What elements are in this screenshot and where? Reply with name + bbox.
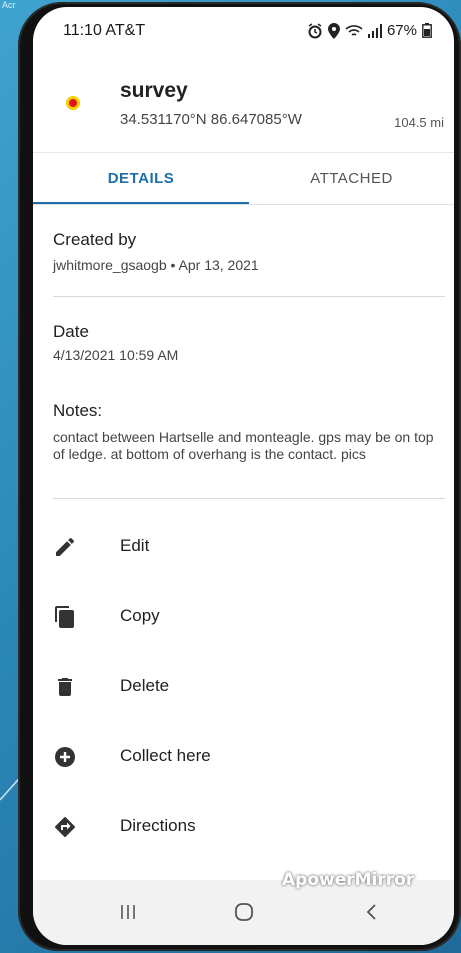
feature-distance: 104.5 mi xyxy=(394,115,444,130)
edit-action[interactable]: Edit xyxy=(33,517,454,577)
status-time: 11:10 AT&T xyxy=(63,22,146,39)
tab-attached[interactable]: ATTACHED xyxy=(249,153,454,205)
copy-icon xyxy=(53,605,77,629)
home-icon[interactable] xyxy=(224,892,264,932)
notes-label: Notes: xyxy=(53,401,103,420)
trash-icon xyxy=(53,675,77,699)
battery-icon xyxy=(422,23,432,38)
feature-title: survey xyxy=(120,79,188,102)
status-icons: 67% xyxy=(307,22,432,39)
back-icon[interactable] xyxy=(352,892,392,932)
copy-label: Copy xyxy=(120,606,160,625)
created-by-label: Created by xyxy=(53,230,137,249)
tab-bar: DETAILS ATTACHED xyxy=(33,152,454,205)
copy-action[interactable]: Copy xyxy=(33,587,454,647)
collect-here-label: Collect here xyxy=(120,746,211,765)
status-bar: 11:10 AT&T 67% xyxy=(33,7,454,57)
location-icon xyxy=(327,22,340,39)
date-label: Date xyxy=(53,322,89,341)
wifi-icon xyxy=(345,24,363,38)
edit-label: Edit xyxy=(120,536,150,555)
tab-details[interactable]: DETAILS xyxy=(33,153,249,205)
feature-coordinates: 34.531170°N 86.647085°W xyxy=(120,111,302,128)
pencil-icon xyxy=(53,535,77,559)
directions-label: Directions xyxy=(120,816,196,835)
divider xyxy=(53,296,445,297)
signal-icon xyxy=(367,23,382,38)
recent-apps-icon[interactable] xyxy=(108,892,148,932)
location-pin-icon xyxy=(66,96,80,110)
delete-label: Delete xyxy=(120,676,170,695)
created-by-value: jwhitmore_gsaogb • Apr 13, 2021 xyxy=(53,257,259,273)
tabs-divider xyxy=(33,204,454,205)
divider xyxy=(53,498,445,499)
date-value: 4/13/2021 10:59 AM xyxy=(53,347,179,363)
alarm-icon xyxy=(307,22,323,39)
directions-action[interactable]: Directions xyxy=(33,797,454,857)
feature-header: survey 34.531170°N 86.647085°W 104.5 mi xyxy=(33,69,454,149)
directions-icon xyxy=(53,815,77,839)
delete-action[interactable]: Delete xyxy=(33,657,454,717)
apowermirror-watermark: ApowerMirror xyxy=(282,870,415,890)
corner-text: Acr xyxy=(2,0,16,10)
plus-circle-icon xyxy=(53,745,77,769)
battery-percent: 67% xyxy=(386,22,417,39)
phone-screen: 11:10 AT&T 67% survey 34.531170°N 86.647… xyxy=(33,7,454,945)
notes-value: contact between Hartselle and monteagle.… xyxy=(53,429,434,462)
collect-here-action[interactable]: Collect here xyxy=(33,727,454,787)
